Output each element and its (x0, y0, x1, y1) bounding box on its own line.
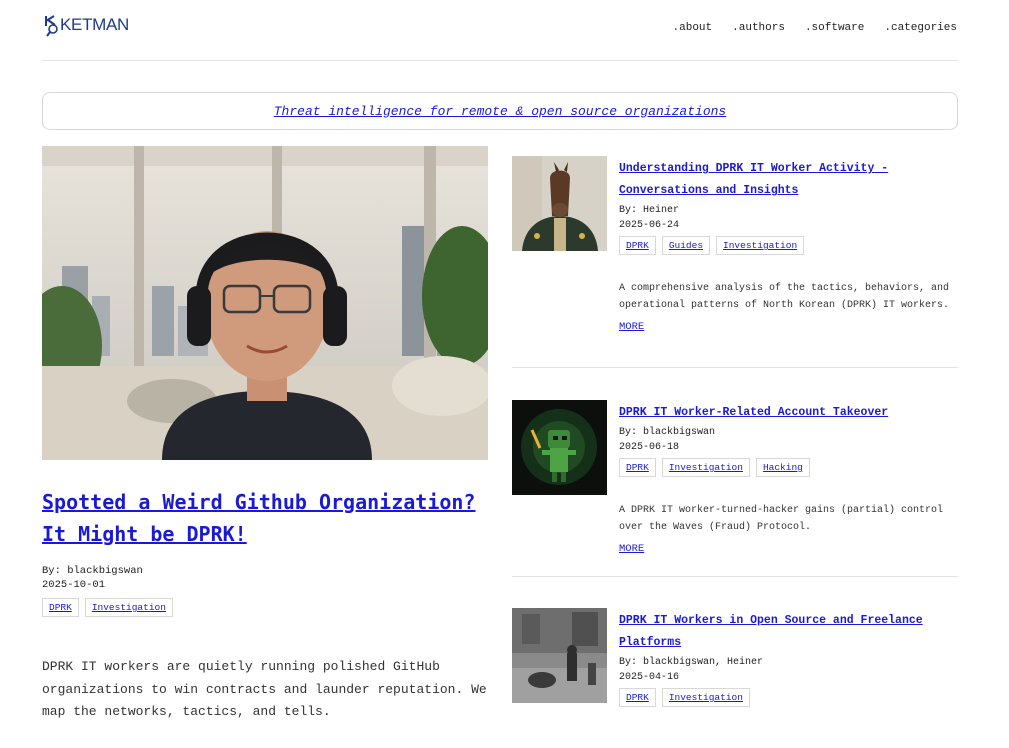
article-divider (512, 367, 958, 368)
article-thumbnail[interactable] (512, 400, 607, 495)
article-date: 2025-04-16 (619, 672, 680, 683)
magnifier-k-icon (44, 14, 60, 37)
nav-about[interactable]: .about (673, 22, 713, 34)
article-meta: By: blackbigswan 2025-06-18 (619, 425, 958, 455)
article-card: DPRK IT Workers in Open Source and Freel… (512, 608, 958, 708)
featured-image[interactable] (42, 146, 488, 460)
more-link[interactable]: MORE (619, 321, 958, 333)
article-tags: DPRK Investigation (619, 688, 958, 707)
nav-software[interactable]: .software (805, 22, 864, 34)
tagline-link[interactable]: Threat intelligence for remote & open so… (274, 104, 726, 119)
tag-dprk[interactable]: DPRK (619, 236, 656, 255)
article-meta: By: Heiner 2025-06-24 (619, 203, 958, 233)
article-date: 2025-06-18 (619, 442, 680, 453)
tag-dprk[interactable]: DPRK (42, 598, 79, 617)
article-info: DPRK IT Worker-Related Account Takeover … (619, 400, 958, 555)
article-thumbnail[interactable] (512, 608, 607, 703)
article-card: DPRK IT Worker-Related Account Takeover … (512, 400, 958, 570)
tag-investigation[interactable]: Investigation (661, 688, 750, 707)
article-title[interactable]: DPRK IT Worker-Related Account Takeover (619, 406, 888, 419)
featured-description: DPRK IT workers are quietly running poli… (42, 659, 487, 719)
featured-tags: DPRK Investigation (42, 598, 173, 617)
more-link[interactable]: MORE (619, 543, 958, 555)
article-meta: By: blackbigswan, Heiner 2025-04-16 (619, 655, 958, 685)
featured-meta: By: blackbigswan 2025-10-01 (42, 564, 143, 592)
tag-guides[interactable]: Guides (661, 236, 711, 255)
article-description: A DPRK IT worker-turned-hacker gains (pa… (619, 505, 944, 533)
site-logo[interactable]: KETMAN (44, 14, 130, 37)
article-date: 2025-06-24 (619, 220, 680, 231)
tag-dprk[interactable]: DPRK (619, 458, 656, 477)
nav-categories[interactable]: .categories (884, 22, 957, 34)
tag-dprk[interactable]: DPRK (619, 688, 656, 707)
article-title[interactable]: DPRK IT Workers in Open Source and Freel… (619, 614, 923, 649)
tagline-banner: Threat intelligence for remote & open so… (42, 92, 958, 130)
nav-authors[interactable]: .authors (732, 22, 785, 34)
article-title[interactable]: Understanding DPRK IT Worker Activity - … (619, 162, 888, 197)
article-card: Understanding DPRK IT Worker Activity - … (512, 156, 958, 356)
article-info: DPRK IT Workers in Open Source and Freel… (619, 608, 958, 707)
article-thumbnail[interactable] (512, 156, 607, 251)
top-nav: .about .authors .software .categories (673, 22, 957, 34)
article-tags: DPRK Investigation Hacking (619, 458, 958, 477)
article-author: By: blackbigswan (619, 427, 716, 438)
featured-title[interactable]: Spotted a Weird Github Organization? It … (42, 486, 488, 550)
header-divider (42, 60, 958, 61)
featured-author: By: blackbigswan (42, 565, 143, 577)
featured-date: 2025-10-01 (42, 579, 106, 591)
article-author: By: blackbigswan, Heiner (619, 657, 764, 668)
tag-investigation[interactable]: Investigation (716, 236, 805, 255)
tag-investigation[interactable]: Investigation (84, 598, 173, 617)
article-description: A comprehensive analysis of the tactics,… (619, 283, 950, 311)
article-divider (512, 576, 958, 577)
brand-name: KETMAN (60, 15, 130, 34)
tag-investigation[interactable]: Investigation (661, 458, 750, 477)
tag-hacking[interactable]: Hacking (755, 458, 810, 477)
article-info: Understanding DPRK IT Worker Activity - … (619, 156, 958, 333)
article-tags: DPRK Guides Investigation (619, 236, 958, 255)
article-author: By: Heiner (619, 205, 680, 216)
